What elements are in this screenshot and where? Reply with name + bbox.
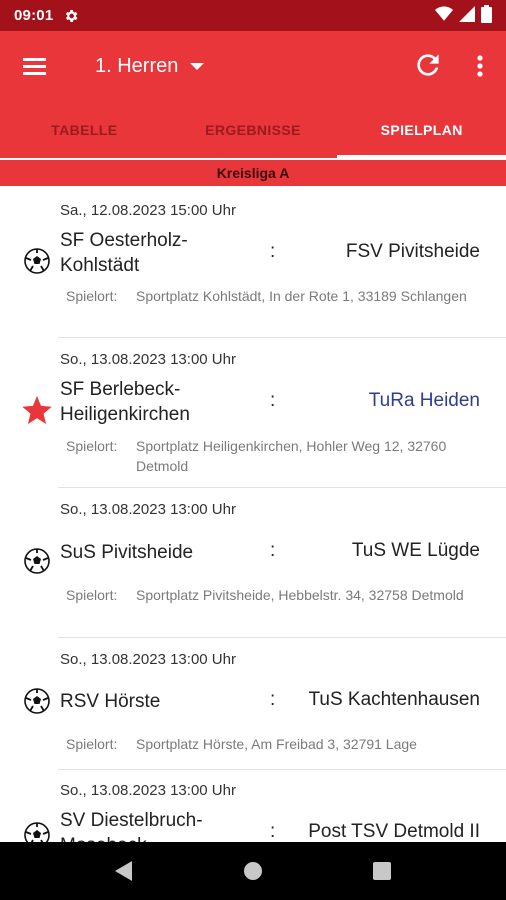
venue: Spielort: Sportplatz Heiligenkirchen, Ho…: [66, 436, 476, 476]
venue: Spielort: Sportplatz Kohlstädt, In der R…: [66, 286, 476, 306]
home-team: SV Diestelbruch-Mosebeck: [60, 810, 203, 842]
tab-ergebnisse[interactable]: ERGEBNISSE: [169, 101, 338, 158]
team-dropdown[interactable]: 1. Herren: [95, 51, 205, 81]
recents-icon[interactable]: [362, 851, 402, 891]
tab-tabelle[interactable]: TABELLE: [0, 101, 169, 158]
more-vert-icon[interactable]: [470, 51, 490, 81]
toolbar: 1. Herren: [0, 31, 506, 101]
venue-address: Sportplatz Kohlstädt, In der Rote 1, 331…: [136, 288, 467, 304]
team-dropdown-label: 1. Herren: [95, 54, 179, 77]
soccer-ball-icon: [24, 248, 50, 279]
match-item[interactable]: Sa., 12.08.2023 15:00 Uhr SF Oesterholz-…: [24, 188, 506, 338]
venue-address: Sportplatz Pivitsheide, Hebbelstr. 34, 3…: [136, 587, 464, 603]
match-item[interactable]: So., 13.08.2023 13:00 Uhr SV Diestelbruc…: [24, 770, 506, 842]
match-list[interactable]: Sa., 12.08.2023 15:00 Uhr SF Oesterholz-…: [0, 188, 506, 842]
match-date: So., 13.08.2023 13:00 Uhr: [60, 782, 236, 799]
match-item[interactable]: So., 13.08.2023 13:00 Uhr SuS Pivitsheid…: [24, 488, 506, 638]
match-date: Sa., 12.08.2023 15:00 Uhr: [60, 202, 236, 219]
league-header: Kreisliga A: [0, 160, 506, 186]
tab-spielplan[interactable]: SPIELPLAN: [337, 101, 506, 158]
match-date: So., 13.08.2023 13:00 Uhr: [60, 351, 236, 368]
match-date: So., 13.08.2023 13:00 Uhr: [60, 651, 236, 668]
venue-label: Spielort:: [66, 587, 118, 603]
match-item[interactable]: So., 13.08.2023 13:00 Uhr SF Berlebeck-H…: [22, 338, 506, 488]
score-separator: :: [270, 821, 276, 842]
back-icon[interactable]: [104, 851, 144, 891]
away-team: FSV Pivitsheide: [345, 241, 480, 262]
venue-label: Spielort:: [66, 288, 118, 304]
score-separator: :: [270, 241, 276, 262]
app-bar: 1. Herren TABELLE ERGEBNISSE SPIELPLAN: [0, 31, 506, 158]
soccer-ball-icon: [24, 548, 50, 579]
home-team: SF Berlebeck-Heiligenkirchen: [60, 379, 190, 425]
venue-address: Sportplatz Heiligenkirchen, Hohler Weg 1…: [136, 438, 447, 474]
match-item[interactable]: So., 13.08.2023 13:00 Uhr RSV Hörste : T…: [24, 638, 506, 770]
signal-icon: [459, 5, 475, 26]
soccer-ball-icon: [24, 822, 50, 842]
chevron-down-icon: [190, 62, 205, 70]
match-date: So., 13.08.2023 13:00 Uhr: [60, 501, 236, 518]
status-time: 09:01: [14, 7, 54, 24]
settings-gear-icon: [63, 8, 79, 24]
away-team: TuS WE Lügde: [351, 540, 480, 561]
soccer-ball-icon: [24, 688, 50, 719]
wifi-icon: [435, 6, 453, 26]
status-bar: 09:01: [0, 0, 506, 31]
score-separator: :: [270, 390, 276, 411]
menu-icon[interactable]: [20, 52, 50, 80]
system-nav-bar: [0, 842, 506, 900]
tab-bar: TABELLE ERGEBNISSE SPIELPLAN: [0, 101, 506, 158]
refresh-icon[interactable]: [412, 49, 444, 81]
battery-icon: [481, 4, 492, 27]
venue-address: Sportplatz Hörste, Am Freibad 3, 32791 L…: [136, 736, 417, 752]
venue-label: Spielort:: [66, 438, 118, 454]
star-icon: [21, 396, 53, 431]
venue-label: Spielort:: [66, 736, 118, 752]
away-team: TuS Kachtenhausen: [308, 689, 480, 710]
home-icon[interactable]: [233, 851, 273, 891]
away-team: Post TSV Detmold II: [308, 821, 480, 842]
venue: Spielort: Sportplatz Pivitsheide, Hebbel…: [66, 585, 476, 605]
home-team: SF Oesterholz-Kohlstädt: [60, 230, 188, 276]
home-team: SuS Pivitsheide: [60, 542, 194, 563]
home-team: RSV Hörste: [60, 691, 161, 712]
score-separator: :: [270, 540, 276, 561]
venue: Spielort: Sportplatz Hörste, Am Freibad …: [66, 734, 476, 754]
score-separator: :: [270, 689, 276, 710]
away-team-favorite: TuRa Heiden: [368, 390, 480, 411]
